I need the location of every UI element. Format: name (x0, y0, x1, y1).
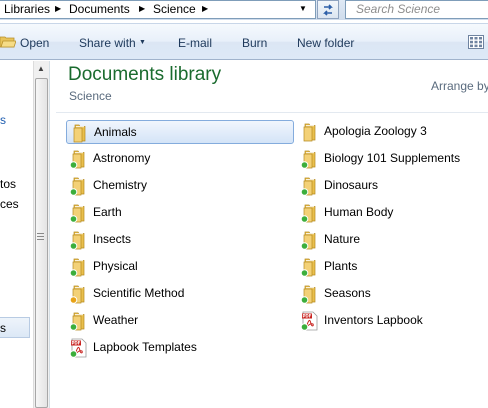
pdf-file-item[interactable]: PDF Inventors Lapbook (297, 309, 488, 333)
item-label: Dinosaurs (324, 178, 379, 192)
library-title: Documents library (68, 64, 222, 85)
folder-item[interactable]: Seasons (297, 282, 488, 306)
header-divider (56, 112, 488, 113)
scrollbar-grip-icon (37, 233, 44, 240)
item-label: Astronomy (93, 151, 151, 165)
item-label: Apologia Zoology 3 (324, 124, 427, 138)
folder-icon (69, 231, 85, 250)
folder-icon (300, 285, 316, 304)
refresh-button[interactable] (317, 0, 339, 19)
item-label: Scientific Method (93, 286, 185, 300)
item-label: Weather (93, 313, 139, 327)
folder-icon (69, 150, 85, 169)
folder-icon (69, 204, 85, 223)
address-bar[interactable]: Libraries ▶ Documents ▶ Science ▶ ▼ (0, 0, 316, 19)
nav-item-fragment: s (0, 321, 6, 335)
folder-item[interactable]: Astronomy (66, 147, 294, 171)
scrollbar-thumb[interactable] (35, 78, 48, 408)
item-label: Chemistry (93, 178, 148, 192)
arrange-by-label[interactable]: Arrange by (431, 79, 488, 93)
address-bar-row: Libraries ▶ Documents ▶ Science ▶ ▼ Sear… (0, 0, 488, 20)
pdf-icon: PDF (69, 338, 87, 358)
item-label: Insects (93, 232, 132, 246)
breadcrumb-libraries[interactable]: Libraries (4, 2, 50, 16)
item-label: Plants (324, 259, 358, 273)
nav-item-fragment[interactable]: s (0, 113, 6, 127)
email-button[interactable]: E-mail (178, 36, 212, 50)
folder-icon (303, 123, 316, 142)
nav-item-fragment[interactable]: ces (0, 197, 19, 211)
navigation-pane: s tos ces s (0, 61, 33, 408)
folder-icon (73, 124, 86, 143)
item-label: Physical (93, 259, 138, 273)
burn-button[interactable]: Burn (242, 36, 267, 50)
folder-item[interactable]: Apologia Zoology 3 (297, 120, 488, 144)
share-with-dropdown-icon[interactable]: ▼ (139, 39, 146, 46)
folder-icon (300, 150, 316, 169)
folder-icon (300, 177, 316, 196)
scroll-up-icon[interactable]: ▲ (37, 64, 45, 73)
library-subtitle: Science (69, 89, 112, 103)
nav-item-selected[interactable]: s (0, 317, 30, 338)
folder-icon (69, 285, 85, 304)
view-options-icon[interactable] (468, 35, 484, 49)
item-label: Inventors Lapbook (324, 313, 423, 327)
folder-icon (69, 177, 85, 196)
search-input[interactable]: Search Science (345, 0, 488, 19)
folder-item[interactable]: Plants (297, 255, 488, 279)
breadcrumb-separator-icon[interactable]: ▶ (202, 4, 208, 13)
breadcrumb-documents[interactable]: Documents (69, 2, 130, 16)
folder-item[interactable]: Animals (66, 120, 294, 144)
breadcrumb-separator-icon[interactable]: ▶ (139, 4, 145, 13)
folder-item[interactable]: Chemistry (66, 174, 294, 198)
new-folder-button[interactable]: New folder (297, 36, 354, 50)
svg-text:PDF: PDF (72, 341, 81, 346)
breadcrumb-separator-icon[interactable]: ▶ (55, 4, 61, 13)
item-label: Earth (93, 205, 122, 219)
pdf-file-item[interactable]: PDF Lapbook Templates (66, 336, 294, 360)
item-label: Seasons (324, 286, 371, 300)
command-toolbar: Open Share with ▼ E-mail Burn New folder (0, 23, 488, 60)
search-placeholder: Search Science (356, 2, 441, 16)
item-label: Human Body (324, 205, 394, 219)
folder-icon (300, 231, 316, 250)
svg-text:PDF: PDF (303, 314, 312, 319)
open-folder-icon[interactable] (0, 35, 16, 48)
item-label: Animals (94, 125, 137, 139)
breadcrumb-science[interactable]: Science (153, 2, 196, 16)
nav-item-fragment[interactable]: tos (0, 177, 16, 191)
file-list-pane: Documents library Science Arrange by Ani… (50, 61, 488, 408)
refresh-icon (323, 4, 333, 16)
open-button[interactable]: Open (20, 36, 49, 50)
folder-item[interactable]: Insects (66, 228, 294, 252)
share-with-button[interactable]: Share with (79, 36, 136, 50)
folder-item[interactable]: Human Body (297, 201, 488, 225)
folder-icon (69, 312, 85, 331)
folder-item[interactable]: Physical (66, 255, 294, 279)
item-label: Biology 101 Supplements (324, 151, 461, 165)
navigation-scrollbar[interactable]: ▲ (33, 61, 49, 408)
folder-icon (300, 258, 316, 277)
folder-item[interactable]: Scientific Method (66, 282, 294, 306)
item-label: Nature (324, 232, 361, 246)
address-dropdown-icon[interactable]: ▼ (299, 4, 307, 13)
item-label: Lapbook Templates (93, 340, 197, 354)
folder-item[interactable]: Earth (66, 201, 294, 225)
folder-icon (300, 204, 316, 223)
folder-icon (69, 258, 85, 277)
folder-item[interactable]: Weather (66, 309, 294, 333)
pdf-icon: PDF (300, 311, 318, 331)
folder-item[interactable]: Nature (297, 228, 488, 252)
folder-item[interactable]: Biology 101 Supplements (297, 147, 488, 171)
folder-item[interactable]: Dinosaurs (297, 174, 488, 198)
